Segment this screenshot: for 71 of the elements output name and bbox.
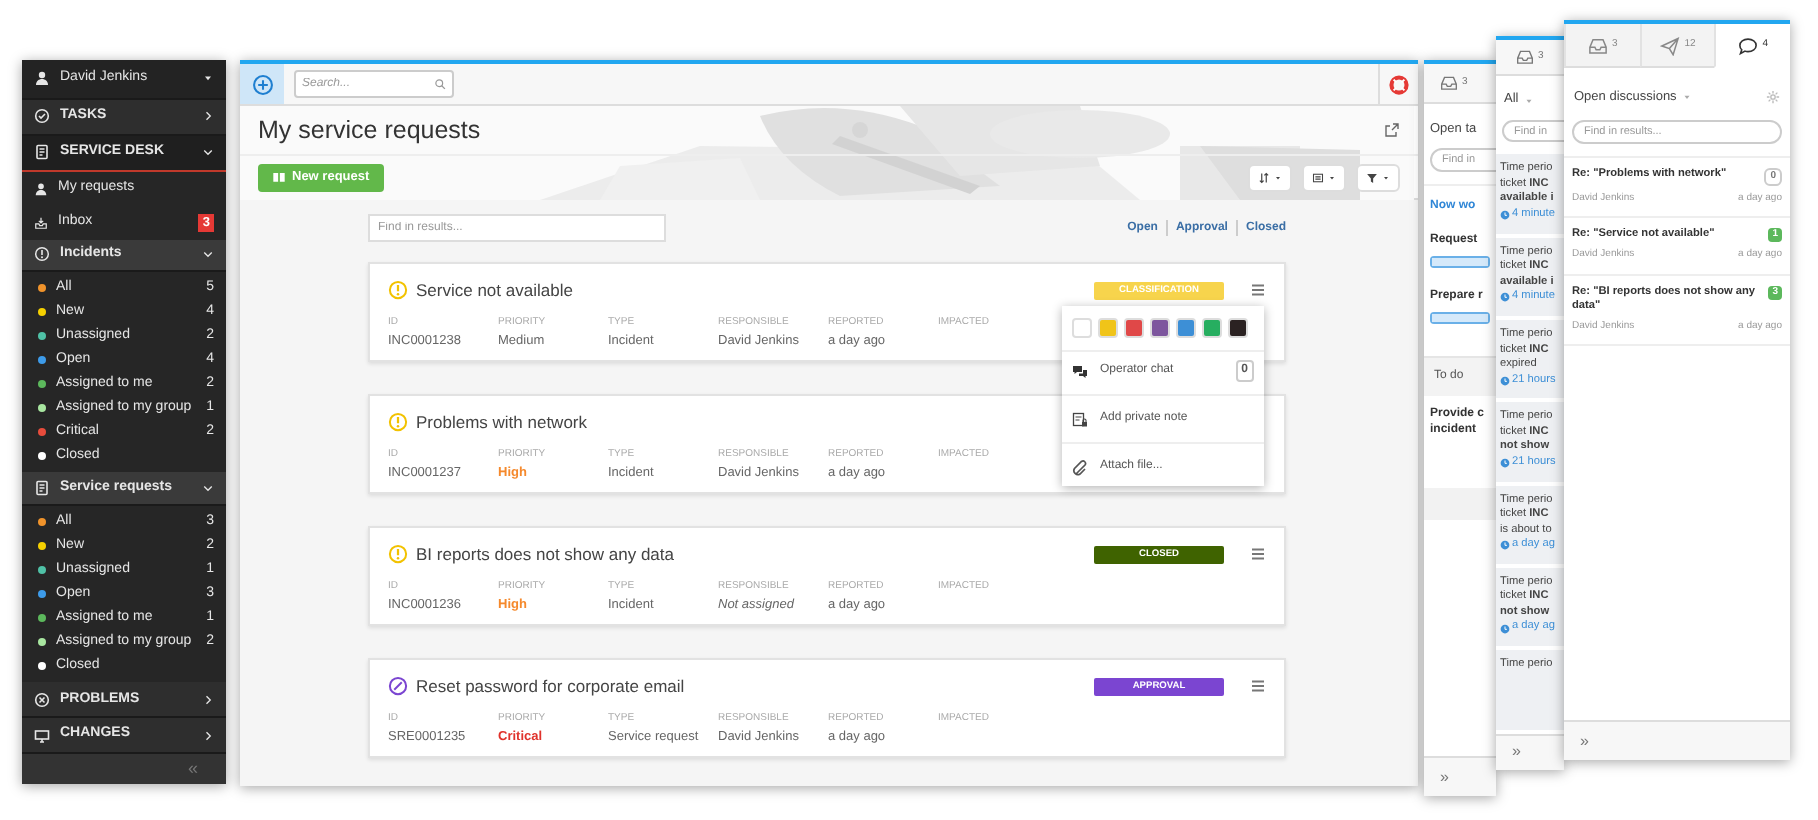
check-circle-icon — [34, 108, 50, 125]
inbox-icon — [1440, 74, 1458, 92]
chevron-down-icon — [202, 482, 214, 495]
color-swatch[interactable] — [1150, 318, 1170, 338]
menu-icon — [1250, 678, 1266, 695]
card-icon — [1312, 171, 1324, 184]
empty-section — [1424, 487, 1496, 520]
sort-icon — [1258, 171, 1270, 184]
document-icon — [34, 144, 50, 161]
chat-icon — [1072, 363, 1088, 379]
ticket-title[interactable]: BI reports does not show any data — [416, 542, 674, 568]
caret-icon — [1524, 95, 1535, 106]
color-swatch[interactable] — [1228, 318, 1248, 338]
caret-icon — [1682, 92, 1693, 103]
clock-icon — [1500, 292, 1510, 303]
expand-button[interactable]: » — [1512, 740, 1521, 765]
menu-icon — [1250, 546, 1266, 563]
warning-icon — [388, 280, 408, 301]
clock-icon — [1500, 210, 1510, 221]
caret-icon[interactable] — [202, 72, 214, 85]
progress-bar — [1430, 255, 1490, 268]
plus-circle-icon — [251, 73, 273, 95]
clock-icon — [1500, 375, 1510, 386]
slashed-circle-icon — [388, 676, 408, 697]
menu-button[interactable] — [1250, 546, 1266, 563]
warning-icon — [388, 412, 408, 433]
document-icon — [34, 480, 50, 497]
x-circle-icon — [34, 691, 50, 708]
user-icon — [34, 181, 48, 196]
color-swatch[interactable] — [1202, 318, 1222, 338]
clock-icon — [1500, 623, 1510, 634]
add-button[interactable] — [240, 64, 284, 104]
warning-icon — [388, 544, 408, 565]
progress-bar — [1430, 311, 1490, 324]
tray-icon — [34, 215, 48, 230]
ticket-title[interactable]: Problems with network — [416, 410, 588, 436]
clock-icon — [1500, 540, 1510, 551]
search-icon — [434, 78, 446, 90]
note-icon — [1072, 411, 1088, 427]
monitor-icon — [34, 727, 50, 744]
chevron-down-icon — [202, 146, 214, 159]
filter-icon — [1366, 171, 1378, 184]
inbox-icon — [1516, 48, 1534, 67]
color-swatch[interactable] — [1124, 318, 1144, 338]
clock-icon — [1500, 458, 1510, 469]
chat-bubble-icon — [1738, 35, 1759, 55]
filter-dropdown[interactable] — [1356, 163, 1400, 192]
color-swatch[interactable] — [1072, 318, 1092, 338]
chevron-down-icon — [202, 248, 214, 261]
page-title: My service requests — [258, 113, 481, 148]
chevron-right-icon — [202, 729, 214, 742]
menu-button[interactable] — [1250, 282, 1266, 299]
warning-circle-icon — [34, 246, 50, 263]
menu-button[interactable] — [1250, 678, 1266, 695]
inbox-icon — [1587, 35, 1608, 55]
paperclip-icon — [1072, 459, 1088, 475]
color-swatch[interactable] — [1176, 318, 1196, 338]
user-icon — [34, 70, 50, 87]
color-swatch[interactable] — [1098, 318, 1118, 338]
menu-icon — [1250, 282, 1266, 299]
paper-plane-icon — [1660, 35, 1681, 55]
lifebuoy-icon[interactable] — [1388, 73, 1410, 95]
ticket-title[interactable]: Reset password for corporate email — [416, 674, 685, 700]
ticket-title[interactable]: Service not available — [416, 278, 573, 304]
sort-dropdown[interactable] — [1248, 163, 1292, 192]
card-dropdown[interactable] — [1302, 163, 1346, 192]
expand-button[interactable]: » — [1580, 729, 1589, 753]
share-icon[interactable] — [1384, 122, 1400, 139]
chevron-right-icon — [202, 110, 214, 123]
expand-button[interactable]: » — [1440, 765, 1449, 789]
chevron-right-icon — [202, 693, 214, 706]
